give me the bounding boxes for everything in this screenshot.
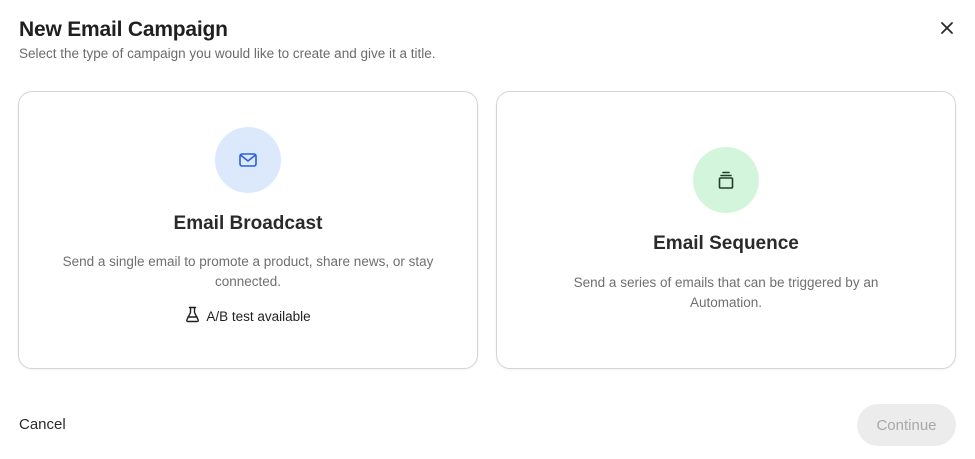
mail-icon (239, 153, 257, 167)
broadcast-title: Email Broadcast (173, 213, 323, 234)
sequence-title: Email Sequence (653, 233, 799, 254)
sequence-icon-circle (693, 147, 759, 213)
cancel-button[interactable]: Cancel (19, 416, 66, 433)
flask-icon (186, 306, 200, 322)
broadcast-icon-circle (215, 127, 281, 193)
close-button[interactable] (936, 17, 957, 38)
continue-button[interactable]: Continue (857, 404, 956, 446)
ab-test-label: A/B test available (206, 309, 311, 324)
stack-icon (718, 171, 734, 189)
sequence-description: Send a series of emails that can be trig… (573, 275, 879, 310)
modal-subtitle: Select the type of campaign you would li… (19, 46, 436, 61)
new-campaign-modal: New Email Campaign Select the type of ca… (0, 0, 975, 459)
email-broadcast-card[interactable]: Email Broadcast Send a single email to p… (18, 91, 478, 369)
broadcast-description: Send a single email to promote a product… (62, 254, 434, 289)
email-sequence-card[interactable]: Email Sequence Send a series of emails t… (496, 91, 956, 369)
ab-test-badge: A/B test available (19, 306, 477, 324)
close-icon (940, 21, 953, 34)
modal-title: New Email Campaign (19, 18, 228, 41)
